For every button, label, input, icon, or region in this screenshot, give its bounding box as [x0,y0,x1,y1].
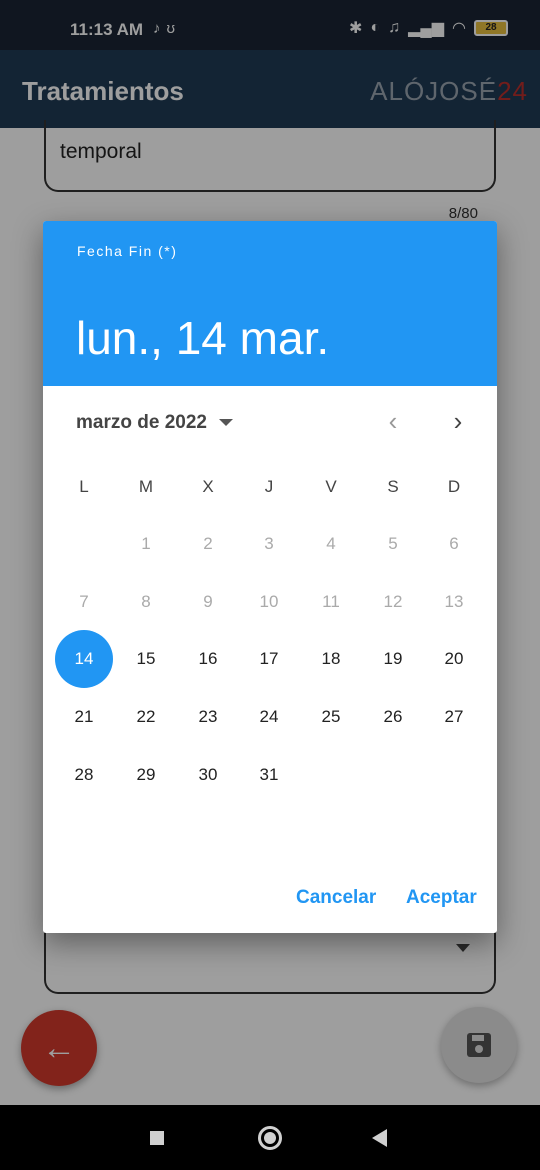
calendar-day-selected[interactable]: 14 [55,630,113,688]
calendar-day[interactable]: 23 [188,705,228,729]
calendar-day: 4 [326,534,336,553]
calendar-day: 11 [322,592,340,611]
calendar-day: 9 [203,592,213,611]
calendar-day[interactable]: 25 [311,705,351,729]
help-text: Fecha Fin (*) [77,243,178,259]
recents-button[interactable] [150,1131,164,1145]
calendar-day[interactable]: 26 [373,705,413,729]
cancel-button[interactable]: Cancelar [296,887,376,909]
calendar-day[interactable]: 22 [126,705,166,729]
calendar-day[interactable]: 21 [64,705,104,729]
home-button[interactable] [258,1126,282,1150]
weekday-label: D [447,477,461,496]
calendar-day[interactable]: 31 [249,763,289,787]
calendar-day: 5 [388,534,398,553]
caret-down-icon[interactable] [219,419,233,426]
calendar-day[interactable]: 24 [249,705,289,729]
date-picker-dialog: Fecha Fin (*) lun., 14 mar. marzo de 202… [43,221,497,933]
calendar-day: 3 [264,534,274,553]
calendar-day[interactable]: 28 [64,763,104,787]
calendar-day[interactable]: 19 [373,647,413,671]
calendar-day: 1 [141,534,151,553]
weekday-label: J [264,477,274,496]
calendar-day[interactable]: 29 [126,763,166,787]
calendar-day: 8 [141,592,151,611]
month-year-selector[interactable]: marzo de 2022 [76,412,207,434]
weekday-label: M [138,477,154,496]
weekday-label: S [387,477,399,496]
system-back-button[interactable] [372,1129,387,1147]
calendar-day: 2 [203,534,213,553]
calendar-day[interactable]: 30 [188,763,228,787]
calendar-day[interactable]: 20 [434,647,474,671]
calendar-day[interactable]: 16 [188,647,228,671]
calendar-day[interactable]: 17 [249,647,289,671]
calendar-day[interactable]: 27 [434,705,474,729]
calendar-day: 7 [79,592,89,611]
calendar-day[interactable]: 18 [311,647,351,671]
accept-button[interactable]: Aceptar [406,887,477,909]
calendar-day: 12 [383,592,403,611]
calendar-day: 13 [444,592,464,611]
date-picker-header: Fecha Fin (*) lun., 14 mar. [43,221,497,386]
previous-month-button[interactable]: ‹ [381,407,405,435]
calendar-day: 10 [259,592,279,611]
next-month-button[interactable]: › [446,407,470,435]
calendar-day: 6 [449,534,459,553]
selected-date[interactable]: lun., 14 mar. [76,311,329,365]
weekday-label: X [202,477,214,496]
calendar-day[interactable]: 15 [126,647,166,671]
weekday-label: L [79,477,89,496]
weekday-label: V [325,477,337,496]
